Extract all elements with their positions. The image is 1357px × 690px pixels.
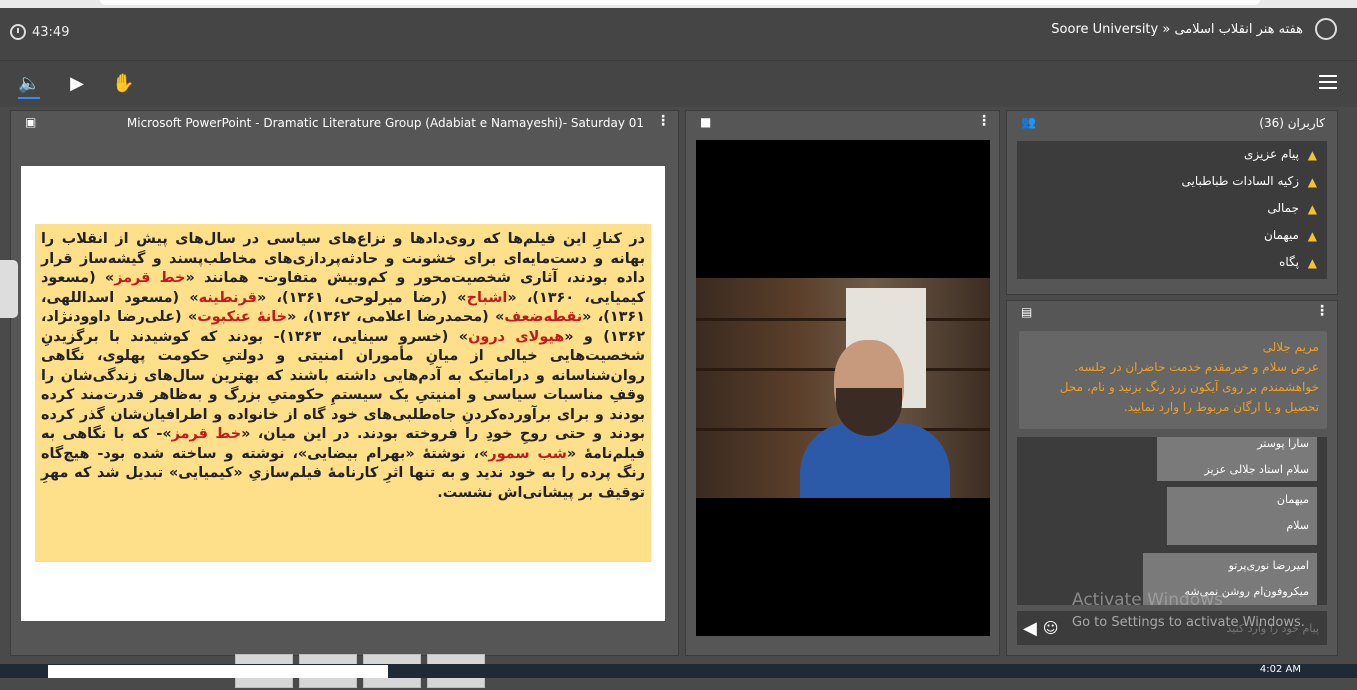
taskbar-clock: 4:02 AM (1259, 664, 1301, 675)
message-sender: سارا پوستر (1257, 437, 1309, 450)
presentation-options-icon[interactable]: ⋮ (656, 113, 670, 129)
chat-message: سارا پوستر سلام استاد جلالی عزیز (1157, 437, 1317, 481)
user-icon: ▲ (1307, 147, 1317, 162)
slide-canvas: در کنارِ این فیلم‌ها که روی‌دادها و نزاع… (21, 166, 665, 688)
user-list: ▲ پیام عزیزی ▲ زکیه السادات طباطبایی ▲ جمال… (1017, 141, 1327, 279)
user-name: پیام عزیزی (1244, 147, 1299, 161)
slide-highlight: قرنطینه (198, 289, 257, 306)
slide-highlight: شب سمور (488, 445, 567, 462)
notice-name: مریم جلالی (1262, 340, 1319, 354)
slide-highlight: نقطه‌ضعف (504, 309, 583, 325)
timer-text: 43:49 (32, 24, 70, 40)
user-item[interactable]: ▲ زکیه السادات طباطبایی (1017, 168, 1327, 195)
chat-options-icon[interactable]: ⋮ (1315, 303, 1329, 319)
chat-message: میهمان سلام (1167, 487, 1317, 545)
user-icon: ▲ (1307, 201, 1317, 216)
slide-highlight: هیولای درون (468, 328, 565, 345)
users-panel: 👥 کاربران (36) ▲ پیام عزیزی ▲ زکیه السادات… (1006, 110, 1338, 295)
activate-windows-subtitle: Go to Settings to activate Windows. (1072, 615, 1305, 630)
room-title: Soore University » هفته هنر انقلاب اسلام… (1051, 21, 1303, 37)
browser-address-area (100, 0, 1260, 5)
user-item[interactable]: ▲ جمالی (1017, 195, 1327, 222)
video-panel: ■ ⋮ (685, 110, 1000, 656)
audio-active-indicator (18, 97, 40, 99)
user-icon: ▲ (1307, 255, 1317, 270)
message-sender: امیررضا نوری‌پرتو (1228, 559, 1309, 572)
message-text: سلام استاد جلالی عزیز (1204, 463, 1309, 476)
browser-strip (0, 0, 1357, 8)
slide-text-run: » (خسرو سینایی، ۱۳۶۳)- بودند که کوشیدند … (41, 328, 645, 443)
chat-icon: ▤ (1021, 305, 1033, 319)
taskbar: 4:02 AM (0, 664, 1357, 678)
speaker-icon[interactable]: 🔈 (18, 73, 40, 95)
user-name: جمالی (1267, 201, 1299, 215)
slide-highlight: خط قرمز (114, 270, 186, 286)
message-list: سارا پوستر سلام استاد جلالی عزیز میهمان … (1017, 437, 1327, 605)
slide-highlight: اشباح (466, 289, 508, 306)
message-text: سلام (1286, 519, 1309, 532)
video-feed (696, 140, 990, 636)
emoji-icon[interactable]: ☺ (1043, 619, 1059, 637)
side-handle[interactable] (0, 260, 18, 318)
session-timer: 43:49 (10, 24, 69, 40)
notice-text: عرض سلام و خیرمقدم خدمت حاضران در جلسه. … (1059, 360, 1319, 414)
top-bar: 43:49 Soore University » هفته هنر انقلاب… (0, 0, 1357, 61)
hamburger-menu-icon[interactable] (1319, 75, 1337, 89)
users-title: کاربران (36) (1259, 116, 1325, 130)
user-item[interactable]: ▲ میهمان (1017, 222, 1327, 249)
send-icon[interactable]: ◀ (1023, 618, 1037, 639)
university-logo-icon (1315, 18, 1337, 40)
toolbar: 🔈 ▶ ✋ (0, 61, 1357, 107)
activate-windows-title: Activate Windows (1072, 590, 1223, 610)
slide-text-run: » (رضا میرلوحی، ۱۳۶۱)، « (256, 289, 467, 306)
presentation-header: ▣ Microsoft PowerPoint - Dramatic Litera… (11, 111, 678, 135)
user-name: زکیه السادات طباطبایی (1181, 174, 1299, 188)
user-icon: ▲ (1307, 228, 1317, 243)
taskbar-search[interactable] (48, 665, 388, 678)
slide-text: در کنارِ این فیلم‌ها که روی‌دادها و نزاع… (35, 224, 651, 562)
video-header: ■ ⋮ (686, 111, 999, 135)
users-header: 👥 کاربران (36) (1007, 111, 1337, 135)
user-item[interactable]: ▲ پیام عزیزی (1017, 141, 1327, 168)
video-options-icon[interactable]: ⋮ (977, 113, 991, 129)
user-icon: ▲ (1307, 174, 1317, 189)
slide-highlight: خانۀ عنکبوت (197, 309, 287, 325)
chat-header: ▤ ⋮ (1007, 301, 1337, 325)
slide-highlight: خط قرمز (171, 426, 242, 442)
message-sender: میهمان (1276, 493, 1309, 506)
presentation-panel: ▣ Microsoft PowerPoint - Dramatic Litera… (10, 110, 679, 688)
presentation-icon[interactable]: ▶ (66, 73, 88, 95)
webcam-image (696, 278, 990, 498)
presentation-title: Microsoft PowerPoint - Dramatic Literatu… (126, 116, 644, 130)
slide-text-run: » (محمدرضا اعلامی، ۱۳۶۲)، « (287, 309, 505, 325)
user-name: پگاه (1279, 255, 1299, 269)
camera-icon: ■ (700, 115, 712, 129)
chat-notice: مریم جلالی عرض سلام و خیرمقدم خدمت حاضرا… (1019, 331, 1327, 429)
users-icon: 👥 (1021, 115, 1036, 129)
brand: Soore University » هفته هنر انقلاب اسلام… (1051, 18, 1337, 40)
user-item[interactable]: ▲ پگاه (1017, 249, 1327, 276)
raise-hand-icon[interactable]: ✋ (112, 73, 134, 95)
user-name: میهمان (1264, 228, 1299, 242)
presentation-panel-icon[interactable]: ▣ (25, 115, 36, 129)
clock-icon (10, 24, 26, 40)
